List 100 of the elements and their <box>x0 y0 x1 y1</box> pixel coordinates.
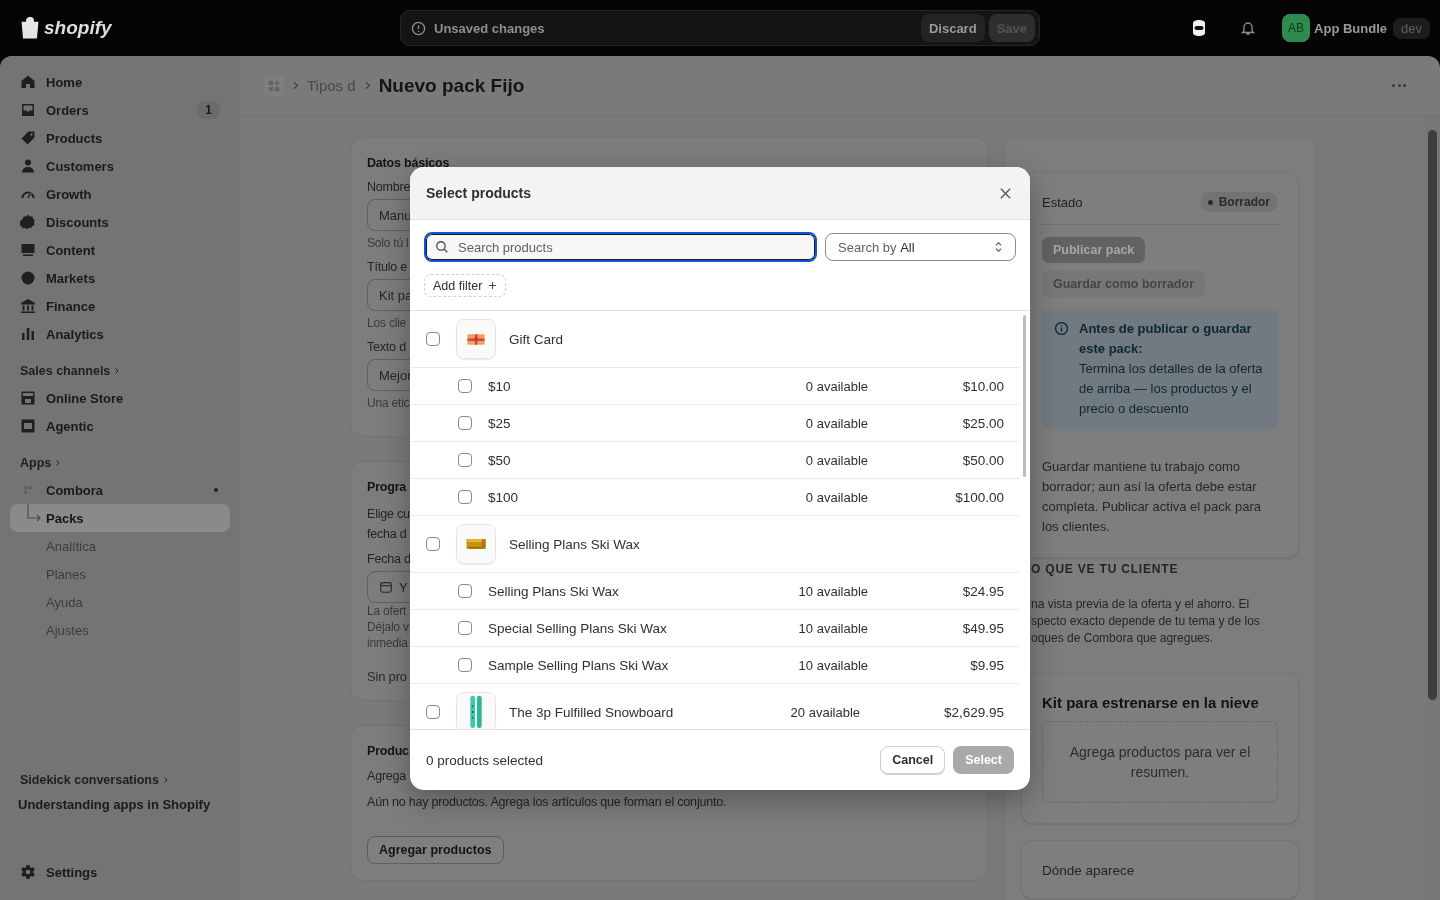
checkbox[interactable] <box>426 705 440 719</box>
checkbox[interactable] <box>458 584 472 598</box>
nav-item[interactable]: Content <box>10 236 230 264</box>
nav-item[interactable]: Markets <box>10 264 230 292</box>
nav-subitem[interactable]: Analítica <box>10 532 230 560</box>
nav-item[interactable]: Discounts <box>10 208 230 236</box>
nav-subitem[interactable]: Ajustes <box>10 616 230 644</box>
nav-item[interactable]: Finance <box>10 292 230 320</box>
checkbox[interactable] <box>458 621 472 635</box>
checkbox[interactable] <box>458 379 472 393</box>
nav-item[interactable]: Customers <box>10 152 230 180</box>
bank-icon <box>20 298 36 314</box>
preview-text: na vista previa de la oferta y el ahorro. El <box>1031 596 1251 613</box>
card-text: Elige cu <box>367 506 410 523</box>
checkbox[interactable] <box>458 658 472 672</box>
add-filter-button[interactable]: Add filter <box>424 274 507 297</box>
section-heading: O QUE VE TU CLIENTE <box>1031 562 1180 576</box>
logo-wordmark[interactable]: shopify <box>44 17 112 39</box>
nav-item[interactable]: Products <box>10 124 230 152</box>
variant-row[interactable]: Selling Plans Ski Wax 10 available $24.95 <box>410 573 1020 610</box>
info-icon <box>1054 321 1069 336</box>
nav-subitem[interactable]: Packs <box>10 504 230 532</box>
field-label: Nombre <box>367 180 411 194</box>
count-badge: 1 <box>197 101 220 119</box>
checkbox[interactable] <box>426 332 440 346</box>
add-products-button[interactable]: Agregar productos <box>367 836 504 864</box>
product-row[interactable]: Gift Card <box>410 311 1020 368</box>
variant-row[interactable]: Special Selling Plans Ski Wax 10 available $49.95 <box>410 610 1020 647</box>
card-text: Sin pro <box>367 669 407 684</box>
nav-item[interactable]: Orders 1 <box>10 96 230 124</box>
field-label: Texto d <box>367 340 406 354</box>
dialog-title: Select products <box>426 185 532 201</box>
store-name[interactable]: App Bundle <box>1314 20 1388 36</box>
banner-text: Termina los detalles de la oferta de arriba — los productos y el precio o descuento <box>1079 360 1264 418</box>
product-row[interactable]: The 3p Fulfilled Snowboard 20 available $2,629.95 <box>410 684 1020 729</box>
field-label: Fecha d <box>367 552 411 566</box>
search-icon <box>435 240 449 254</box>
bell-icon[interactable] <box>1240 20 1257 36</box>
user-avatar[interactable]: AB <box>1282 14 1311 42</box>
discard-button[interactable]: Discard <box>920 14 985 42</box>
checkbox[interactable] <box>426 537 440 551</box>
chevron-up-down-icon <box>994 241 1003 253</box>
status-note: Guardar mantiene tu trabajo como borrador; aun así la oferta debe estar completa. Publicar activa el pack para los clientes. <box>1042 458 1262 536</box>
more-actions-button[interactable] <box>1392 84 1406 87</box>
summary-title: Kit para estrenarse en la nieve <box>1042 694 1260 711</box>
conversation-link[interactable]: Understanding apps in Shopify <box>10 797 230 812</box>
discount-icon <box>20 214 36 230</box>
card-heading: Produc <box>367 744 409 758</box>
scrollbar[interactable] <box>1023 315 1026 477</box>
checkbox[interactable] <box>458 416 472 430</box>
section-heading[interactable]: Sales channels <box>10 364 230 378</box>
variant-row[interactable]: Sample Selling Plans Ski Wax 10 available $9.95 <box>410 647 1020 684</box>
preview-text: specto exacto depende de tu tema y de los <box>1031 613 1261 630</box>
checkbox[interactable] <box>458 453 472 467</box>
nav-item[interactable]: Home <box>10 68 230 96</box>
inbox-icon <box>20 102 36 118</box>
chevron-right-icon <box>292 81 299 90</box>
nav-subitem[interactable]: Planes <box>10 560 230 588</box>
store-icon <box>20 390 36 406</box>
nav-item[interactable]: Analytics <box>10 320 230 348</box>
section-heading[interactable]: Apps <box>10 456 230 470</box>
dev-badge: dev <box>1393 17 1430 39</box>
product-row[interactable]: Selling Plans Ski Wax <box>410 516 1020 573</box>
unsaved-message: Unsaved changes <box>434 20 545 36</box>
card-heading: Progra <box>367 480 407 494</box>
variant-row[interactable]: $10 0 available $10.00 <box>410 368 1020 405</box>
empty-state-text: Agrega productos para ver el resumen. <box>1042 721 1278 803</box>
search-field[interactable]: Search products <box>424 232 817 262</box>
bar-chart-icon <box>20 326 36 342</box>
close-icon[interactable] <box>999 186 1012 200</box>
card-heading: Datos básicos <box>367 156 450 170</box>
nav-item[interactable]: Agentic <box>10 412 230 440</box>
checkbox[interactable] <box>458 490 472 504</box>
variant-row[interactable]: $25 0 available $25.00 <box>410 405 1020 442</box>
section-heading[interactable]: Sidekick conversations <box>10 773 230 787</box>
selection-count: 0 products selected <box>426 752 544 768</box>
status-label: Estado <box>1042 194 1083 210</box>
help-text: Una etic <box>367 396 410 410</box>
home-icon <box>20 74 36 90</box>
variant-row[interactable]: $100 0 available $100.00 <box>410 479 1020 516</box>
cancel-button[interactable]: Cancel <box>880 746 946 774</box>
card-text: fecha d <box>367 526 407 543</box>
card-text: Agrega <box>367 768 407 785</box>
nav-item[interactable]: Growth <box>10 180 230 208</box>
nav-subitem[interactable]: Ayuda <box>10 588 230 616</box>
calendar-icon <box>379 580 393 594</box>
search-by-select[interactable]: Search by All <box>825 233 1016 261</box>
card-heading: Dónde aparece <box>1042 863 1136 878</box>
person-icon <box>20 158 36 174</box>
nav-item[interactable]: Combora <box>10 476 230 504</box>
nav-item[interactable]: Settings <box>10 858 230 886</box>
status-badge: Borrador <box>1199 192 1278 212</box>
field-label: Título e <box>367 260 408 274</box>
settings-icon <box>20 864 36 880</box>
nav-item[interactable]: Online Store <box>10 384 230 412</box>
tag-icon <box>20 130 36 146</box>
variant-row[interactable]: $50 0 available $50.00 <box>410 442 1020 479</box>
pin-dot <box>214 488 218 492</box>
help-text: La ofert <box>367 604 407 619</box>
shopping-bag-icon <box>20 17 40 39</box>
